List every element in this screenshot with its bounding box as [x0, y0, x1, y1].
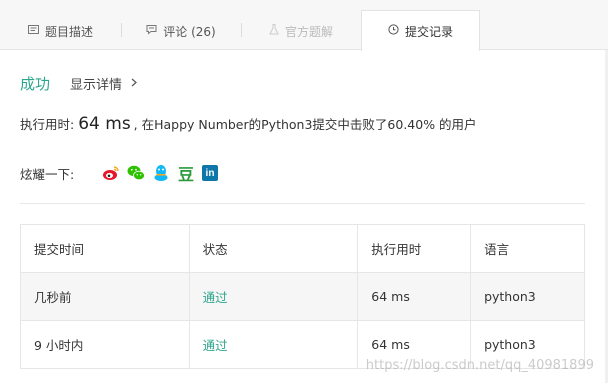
language-cell: python3 [470, 272, 585, 321]
runtime-summary: 执行用时: 64 ms , 在Happy Number的Python3提交中击败… [20, 114, 477, 134]
column-header-runtime: 执行用时 [357, 224, 472, 273]
status-link[interactable]: 通过 [203, 338, 228, 353]
clock-icon [388, 24, 399, 38]
tab-submissions[interactable]: 提交记录 [361, 10, 480, 51]
share-row: 炫耀一下: 豆 in [20, 163, 225, 184]
tab-official-solution-label: 官方题解 [284, 24, 333, 39]
column-header-status: 状态 [188, 224, 359, 273]
tab-comments-label: 评论 (26) [163, 24, 216, 39]
tab-description-label: 题目描述 [44, 24, 93, 39]
column-header-submit-time: 提交时间 [20, 224, 190, 273]
linkedin-icon[interactable]: in [202, 165, 218, 181]
chevron-right-icon [131, 76, 137, 91]
status-link[interactable]: 通过 [203, 290, 228, 305]
comment-icon [146, 24, 157, 38]
divider [20, 203, 585, 204]
tab-bar: 题目描述 评论 (26) 官方题解 提交记录 [0, 0, 608, 51]
runtime-cell: 64 ms [357, 272, 472, 321]
wechat-icon[interactable] [127, 164, 145, 182]
tab-comments[interactable]: 评论 (26) [121, 12, 241, 50]
show-details-label: 显示详情 [70, 77, 123, 93]
document-icon [27, 24, 39, 38]
tab-official-solution[interactable]: 官方题解 [241, 12, 361, 50]
show-details-link[interactable]: 显示详情 [70, 74, 137, 93]
submit-time-cell: 9 小时内 [20, 320, 190, 369]
submit-time-cell: 几秒前 [20, 272, 190, 321]
status-cell: 通过 [188, 272, 359, 321]
qq-icon[interactable] [152, 164, 170, 182]
summary-suffix: , 在Happy Number的Python3提交中击败了60.40% 的用户 [133, 117, 477, 132]
table-row: 几秒前 通过 64 ms python3 [20, 272, 585, 321]
weibo-icon[interactable] [102, 164, 120, 182]
result-status-row: 成功 显示详情 [20, 72, 137, 94]
table-header-row: 提交时间 状态 执行用时 语言 [20, 224, 585, 273]
flask-icon [269, 24, 279, 38]
submissions-table: 提交时间 状态 执行用时 语言 几秒前 通过 64 ms python3 9 小… [20, 224, 585, 369]
status-text: 成功 [20, 74, 51, 93]
douban-icon[interactable]: 豆 [177, 164, 195, 184]
runtime-value: 64 ms [78, 114, 131, 134]
share-label: 炫耀一下: [20, 166, 75, 182]
tab-submissions-label: 提交记录 [404, 24, 453, 39]
column-header-language: 语言 [470, 224, 585, 273]
summary-prefix: 执行用时: [20, 117, 75, 132]
status-cell: 通过 [188, 320, 359, 369]
watermark: https://blog.csdn.net/qq_40981899 [365, 358, 594, 373]
tab-description[interactable]: 题目描述 [0, 12, 121, 50]
